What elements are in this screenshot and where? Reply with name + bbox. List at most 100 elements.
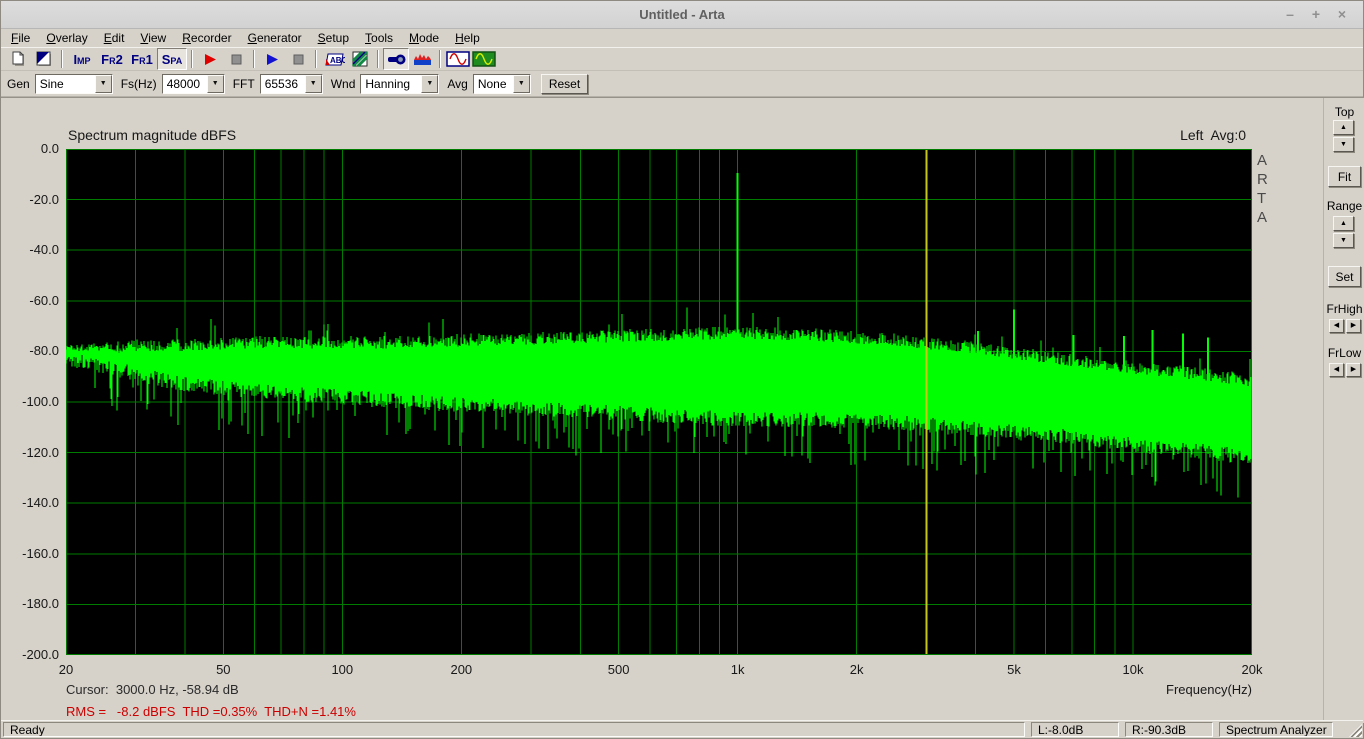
microphone-icon bbox=[387, 53, 406, 66]
top-up-button[interactable]: ▲ bbox=[1333, 120, 1354, 135]
x-tick-label: 500 bbox=[589, 662, 649, 677]
sample-rate-value: 48000 bbox=[163, 75, 207, 93]
menu-item-generator[interactable]: Generator bbox=[240, 30, 310, 46]
left-arrow-icon: ◀ bbox=[1334, 320, 1339, 332]
play-start-icon bbox=[265, 53, 279, 66]
menu-item-overlay[interactable]: Overlay bbox=[38, 30, 95, 46]
menu-item-recorder[interactable]: Recorder bbox=[174, 30, 239, 46]
generator-green-button[interactable] bbox=[471, 48, 497, 70]
set-button[interactable]: Set bbox=[1328, 266, 1361, 287]
fr1-mode-button[interactable]: Fr1 bbox=[127, 48, 157, 70]
right-arrow-icon: ▶ bbox=[1351, 364, 1356, 376]
averaging-value: None bbox=[474, 75, 513, 93]
text-label-button[interactable]: ABC bbox=[321, 48, 347, 70]
fft-label: FFT bbox=[233, 77, 255, 91]
fft-size-select[interactable]: 65536 ▼ bbox=[260, 74, 323, 94]
y-tick-label: -60.0 bbox=[1, 293, 59, 308]
imp-mode-button[interactable]: Imp bbox=[67, 48, 97, 70]
time-record-icon bbox=[36, 51, 52, 67]
generator-red-sine-icon bbox=[446, 51, 470, 67]
up-arrow-icon: ▲ bbox=[1340, 122, 1347, 134]
waveform-icon bbox=[413, 53, 432, 66]
x-tick-label: 5k bbox=[984, 662, 1044, 677]
new-file-button[interactable] bbox=[5, 48, 31, 70]
window-title: Untitled - Arta bbox=[1, 7, 1363, 22]
play-start-button[interactable] bbox=[259, 48, 285, 70]
toolbar-separator bbox=[377, 50, 379, 68]
range-label: Range bbox=[1324, 199, 1364, 213]
menu-item-mode[interactable]: Mode bbox=[401, 30, 447, 46]
x-tick-label: 10k bbox=[1103, 662, 1163, 677]
frhigh-left-button[interactable]: ◀ bbox=[1329, 319, 1344, 333]
frlow-label: FrLow bbox=[1324, 346, 1364, 360]
resize-grip-icon[interactable] bbox=[1349, 724, 1362, 737]
toolbar-separator bbox=[315, 50, 317, 68]
plot-area[interactable] bbox=[66, 149, 1252, 655]
frlow-left-button[interactable]: ◀ bbox=[1329, 363, 1344, 377]
time-record-button[interactable] bbox=[31, 48, 57, 70]
menu-item-tools[interactable]: Tools bbox=[357, 30, 401, 46]
record-stop-button[interactable] bbox=[223, 48, 249, 70]
record-start-icon bbox=[203, 53, 217, 66]
status-message: Ready bbox=[3, 722, 1025, 737]
averaging-select[interactable]: None ▼ bbox=[473, 74, 531, 94]
chevron-down-icon: ▼ bbox=[212, 80, 219, 87]
record-start-button[interactable] bbox=[197, 48, 223, 70]
control-bar: Gen Sine ▼ Fs(Hz) 48000 ▼ FFT 65536 ▼ Wn… bbox=[1, 71, 1363, 97]
right-level-indicator: R:-90.3dB bbox=[1125, 722, 1213, 737]
minimize-icon[interactable]: – bbox=[1281, 5, 1299, 23]
y-tick-label: -200.0 bbox=[1, 647, 59, 662]
spa-mode-button[interactable]: Spa bbox=[157, 48, 187, 70]
play-stop-icon bbox=[292, 53, 305, 66]
chevron-down-icon: ▼ bbox=[100, 80, 107, 87]
waveform-button[interactable] bbox=[409, 48, 435, 70]
menu-item-help[interactable]: Help bbox=[447, 30, 488, 46]
fr2-mode-button[interactable]: Fr2 bbox=[97, 48, 127, 70]
maximize-icon[interactable]: + bbox=[1307, 5, 1325, 23]
menu-item-setup[interactable]: Setup bbox=[310, 30, 357, 46]
fit-button[interactable]: Fit bbox=[1328, 166, 1361, 187]
chart-panel: Spectrum magnitude dBFS Left Avg:0 ARTA … bbox=[1, 98, 1323, 723]
client-area: Spectrum magnitude dBFS Left Avg:0 ARTA … bbox=[1, 97, 1364, 722]
chevron-down-icon: ▼ bbox=[426, 80, 433, 87]
new-file-icon bbox=[10, 51, 26, 67]
y-tick-label: -20.0 bbox=[1, 192, 59, 207]
chevron-down-icon: ▼ bbox=[518, 80, 525, 87]
down-arrow-icon: ▼ bbox=[1340, 139, 1347, 151]
sample-rate-select[interactable]: 48000 ▼ bbox=[162, 74, 225, 94]
window-select[interactable]: Hanning ▼ bbox=[360, 74, 439, 94]
generator-select[interactable]: Sine ▼ bbox=[35, 74, 113, 94]
up-arrow-icon: ▲ bbox=[1340, 218, 1347, 230]
menu-item-view[interactable]: View bbox=[132, 30, 174, 46]
generator-value: Sine bbox=[36, 75, 95, 93]
fft-size-value: 65536 bbox=[261, 75, 305, 93]
svg-text:ABC: ABC bbox=[330, 56, 345, 65]
x-tick-label: 1k bbox=[708, 662, 768, 677]
frlow-right-button[interactable]: ▶ bbox=[1346, 363, 1361, 377]
side-control-strip: Top ▲ ▼ Fit Range ▲ ▼ Set FrHigh ◀ ▶ FrL… bbox=[1323, 98, 1364, 723]
chart-title: Spectrum magnitude dBFS bbox=[68, 127, 236, 143]
microphone-button[interactable] bbox=[383, 48, 409, 70]
play-stop-button[interactable] bbox=[285, 48, 311, 70]
top-down-button[interactable]: ▼ bbox=[1333, 137, 1354, 152]
y-tick-label: -160.0 bbox=[1, 546, 59, 561]
y-tick-label: -140.0 bbox=[1, 495, 59, 510]
frhigh-right-button[interactable]: ▶ bbox=[1346, 319, 1361, 333]
down-arrow-icon: ▼ bbox=[1340, 235, 1347, 247]
channel-avg-label: Left Avg:0 bbox=[1180, 127, 1246, 143]
x-tick-label: 20 bbox=[36, 662, 96, 677]
window-value: Hanning bbox=[361, 75, 421, 93]
close-icon[interactable]: × bbox=[1333, 5, 1351, 23]
range-up-button[interactable]: ▲ bbox=[1333, 216, 1354, 231]
generator-red-button[interactable] bbox=[445, 48, 471, 70]
y-tick-label: 0.0 bbox=[1, 141, 59, 156]
overlay-button[interactable] bbox=[347, 48, 373, 70]
y-tick-label: -100.0 bbox=[1, 394, 59, 409]
menu-item-file[interactable]: File bbox=[3, 30, 38, 46]
status-bar: Ready L:-8.0dB R:-90.3dB Spectrum Analyz… bbox=[1, 720, 1363, 738]
range-down-button[interactable]: ▼ bbox=[1333, 233, 1354, 248]
reset-button[interactable]: Reset bbox=[541, 74, 588, 94]
menu-item-edit[interactable]: Edit bbox=[96, 30, 133, 46]
app-window: Untitled - Arta – + × FileOverlayEditVie… bbox=[0, 0, 1364, 739]
gen-label: Gen bbox=[7, 77, 30, 91]
